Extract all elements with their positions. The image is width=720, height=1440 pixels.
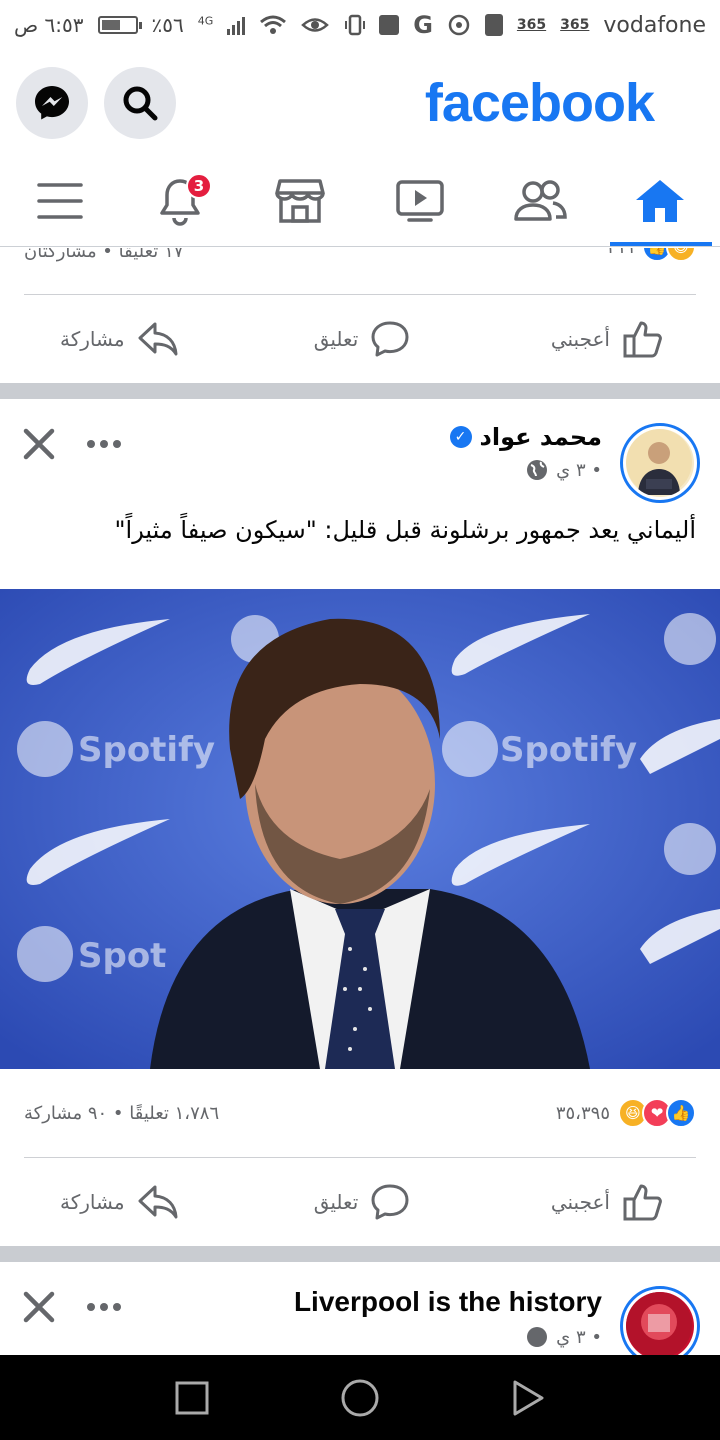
post-author[interactable]: Liverpool is the history bbox=[294, 1286, 602, 1318]
previous-post-comments-shares[interactable]: ١٧ تعليقا • مشاركتان bbox=[24, 248, 183, 262]
status-time: ٦:٥٣ ص bbox=[14, 13, 84, 37]
share-icon bbox=[138, 322, 178, 356]
facebook-logo[interactable]: facebook bbox=[425, 72, 655, 134]
back-button[interactable] bbox=[511, 1380, 545, 1416]
tab-friends[interactable] bbox=[480, 155, 600, 246]
network-type: 4G bbox=[197, 14, 214, 28]
tab-home[interactable] bbox=[600, 155, 720, 246]
like-button[interactable]: أعجبني bbox=[463, 1182, 700, 1222]
comment-button[interactable]: تعليق bbox=[261, 1183, 462, 1221]
post-card: ✓ محمد عواد ٣ ي • أليماني يعد جمهور برشل… bbox=[0, 399, 720, 1262]
eye-icon bbox=[301, 18, 330, 32]
tab-marketplace[interactable] bbox=[240, 155, 360, 246]
search-button[interactable] bbox=[104, 66, 176, 139]
share-button[interactable]: مشاركة bbox=[20, 1184, 261, 1220]
close-icon[interactable] bbox=[22, 1290, 56, 1324]
status-bar: ٦:٥٣ ص ٪٥٦ 4G G 365 365 vodafone bbox=[0, 0, 720, 50]
sd-card-icon bbox=[484, 14, 503, 36]
more-options-icon[interactable] bbox=[86, 1302, 122, 1312]
comment-button[interactable]: تعليق bbox=[261, 320, 462, 358]
author-avatar[interactable] bbox=[620, 423, 700, 503]
video-icon bbox=[396, 179, 444, 222]
google-icon: G bbox=[413, 11, 433, 39]
post-stats: ١،٧٨٦ تعليقًا • ٩٠ مشاركة ٣٥،٣٩٥ 😆 ❤ 👍 bbox=[0, 1069, 720, 1157]
svg-text:Spotify: Spotify bbox=[500, 730, 637, 770]
post-photo[interactable]: Spotify Spotify Spot bbox=[0, 589, 720, 1069]
tab-menu[interactable] bbox=[0, 155, 120, 246]
share-button[interactable]: مشاركة bbox=[20, 321, 261, 357]
comment-icon bbox=[371, 1184, 409, 1220]
more-options-icon[interactable] bbox=[86, 439, 122, 449]
hamburger-icon bbox=[37, 182, 83, 219]
post-meta: ٣ ي • bbox=[450, 459, 602, 481]
share-icon bbox=[138, 1185, 178, 1219]
svg-text:Spot: Spot bbox=[78, 936, 166, 976]
search-icon bbox=[123, 86, 158, 120]
close-icon[interactable] bbox=[22, 427, 56, 461]
carrier-tag-1: 365 bbox=[516, 17, 547, 33]
verified-badge-icon: ✓ bbox=[449, 426, 472, 448]
post-separator bbox=[0, 1246, 720, 1262]
system-nav-bar bbox=[0, 1355, 720, 1440]
post-caption: أليماني يعد جمهور برشلونة قبل قليل: "سيك… bbox=[114, 516, 696, 544]
previous-post-stats: ١٧ تعليقا • مشاركتان ٣١١ 👍 😆 bbox=[0, 248, 720, 262]
globe-icon bbox=[527, 1327, 548, 1347]
post-actions: مشاركة تعليق أعجبني bbox=[0, 1158, 720, 1246]
gallery-icon bbox=[379, 15, 400, 35]
previous-post-actions: مشاركة تعليق أعجبني bbox=[0, 295, 720, 383]
notification-badge: 3 bbox=[186, 173, 212, 199]
signal-icon bbox=[227, 15, 246, 35]
messenger-button[interactable] bbox=[16, 66, 88, 139]
messenger-icon bbox=[35, 85, 69, 119]
carrier-tag-2: 365 bbox=[560, 17, 590, 33]
post-meta: ٣ ي • bbox=[294, 1326, 602, 1348]
thumbs-up-icon bbox=[623, 321, 662, 358]
location-icon bbox=[448, 14, 470, 36]
post-comments-shares[interactable]: ١،٧٨٦ تعليقًا • ٩٠ مشاركة bbox=[24, 1103, 219, 1124]
thumbs-up-icon bbox=[623, 1184, 662, 1221]
carrier-name: vodafone bbox=[603, 12, 706, 38]
author-avatar[interactable] bbox=[620, 1286, 700, 1355]
home-button[interactable] bbox=[340, 1378, 380, 1418]
like-reaction-icon: 👍 bbox=[666, 1098, 696, 1128]
battery-percent: ٪٥٦ bbox=[151, 13, 184, 37]
wifi-icon bbox=[260, 15, 287, 34]
comment-icon bbox=[371, 321, 409, 357]
previous-post-reactions[interactable]: ٣١١ 👍 😆 bbox=[607, 248, 696, 262]
recent-apps-button[interactable] bbox=[175, 1381, 209, 1415]
post-author[interactable]: ✓ محمد عواد bbox=[449, 423, 602, 451]
vibrate-icon bbox=[345, 14, 366, 36]
tab-notifications[interactable]: 3 bbox=[120, 155, 240, 246]
tab-bar: 3 bbox=[0, 155, 720, 247]
like-button[interactable]: أعجبني bbox=[463, 319, 700, 359]
shop-icon bbox=[275, 178, 325, 223]
news-feed[interactable]: ١٧ تعليقا • مشاركتان ٣١١ 👍 😆 مشاركة تعلي… bbox=[0, 248, 720, 1355]
friends-icon bbox=[514, 179, 567, 221]
post-reactions[interactable]: ٣٥،٣٩٥ 😆 ❤ 👍 bbox=[556, 1098, 696, 1128]
svg-text:Spotify: Spotify bbox=[78, 730, 215, 770]
globe-icon bbox=[527, 460, 548, 480]
haha-reaction-icon: 😆 bbox=[666, 248, 696, 262]
tab-watch[interactable] bbox=[360, 155, 480, 246]
top-header: facebook bbox=[0, 50, 720, 155]
home-icon bbox=[636, 179, 684, 222]
post-separator bbox=[0, 383, 720, 399]
battery-icon bbox=[97, 16, 142, 34]
post-card: Liverpool is the history ٣ ي • bbox=[0, 1262, 720, 1355]
